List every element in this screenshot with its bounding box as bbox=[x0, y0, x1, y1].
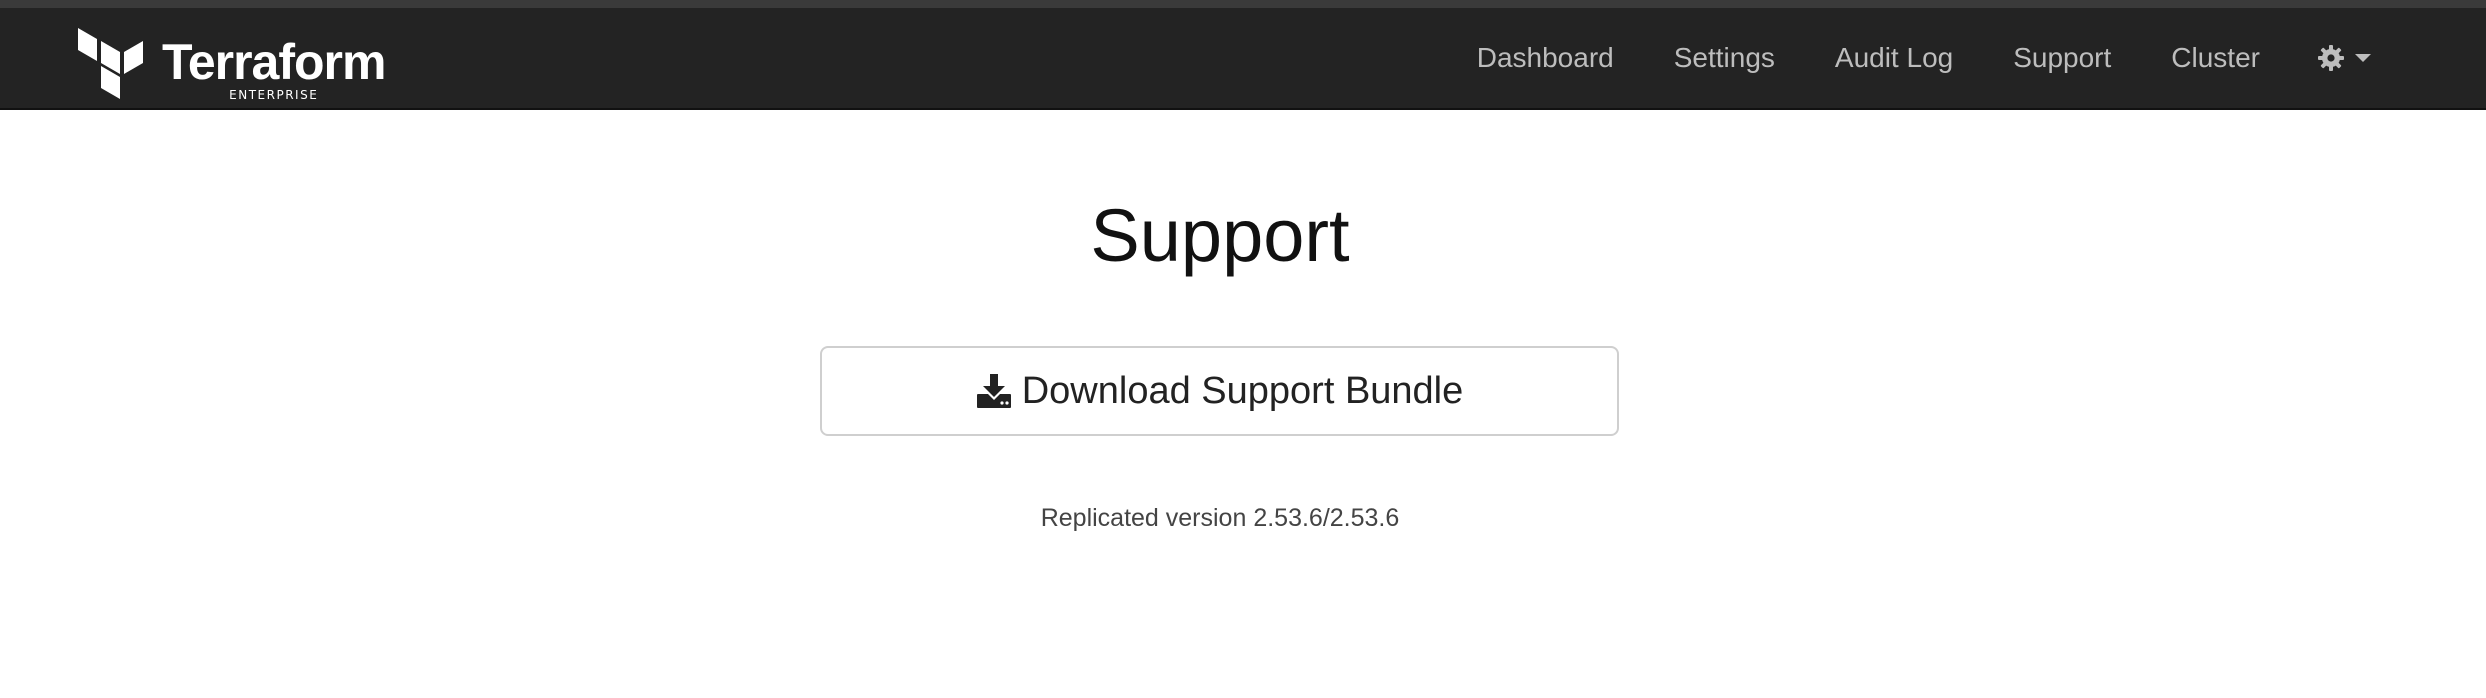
terraform-logo-icon bbox=[78, 28, 143, 99]
brand-link[interactable]: Terraform ENTERPRISE bbox=[78, 28, 386, 104]
brand-subtitle: ENTERPRISE bbox=[229, 88, 319, 102]
download-icon bbox=[976, 374, 1011, 408]
nav-item-settings[interactable]: Settings bbox=[1674, 42, 1775, 74]
gear-icon bbox=[2318, 45, 2344, 71]
page-title: Support bbox=[1090, 194, 1350, 277]
window-top-border bbox=[0, 0, 2486, 8]
download-support-bundle-button[interactable]: Download Support Bundle bbox=[820, 346, 1619, 436]
nav-item-support[interactable]: Support bbox=[2013, 42, 2111, 74]
download-button-label: Download Support Bundle bbox=[1021, 369, 1464, 412]
brand-text: Terraform ENTERPRISE bbox=[162, 28, 386, 102]
main-nav: Dashboard Settings Audit Log Support Clu… bbox=[1477, 8, 2372, 108]
brand-name: Terraform bbox=[162, 34, 386, 90]
replicated-version-text: Replicated version 2.53.6/2.53.6 bbox=[1040, 504, 1400, 532]
nav-item-audit-log[interactable]: Audit Log bbox=[1835, 42, 1953, 74]
nav-item-dashboard[interactable]: Dashboard bbox=[1477, 42, 1614, 74]
main-content: Support Download Support Bundle Replicat… bbox=[0, 110, 2486, 698]
nav-item-cluster[interactable]: Cluster bbox=[2171, 42, 2260, 74]
top-navbar: Terraform ENTERPRISE Dashboard Settings … bbox=[0, 8, 2486, 110]
caret-down-icon bbox=[2355, 54, 2371, 62]
settings-dropdown-toggle[interactable] bbox=[2318, 45, 2372, 71]
